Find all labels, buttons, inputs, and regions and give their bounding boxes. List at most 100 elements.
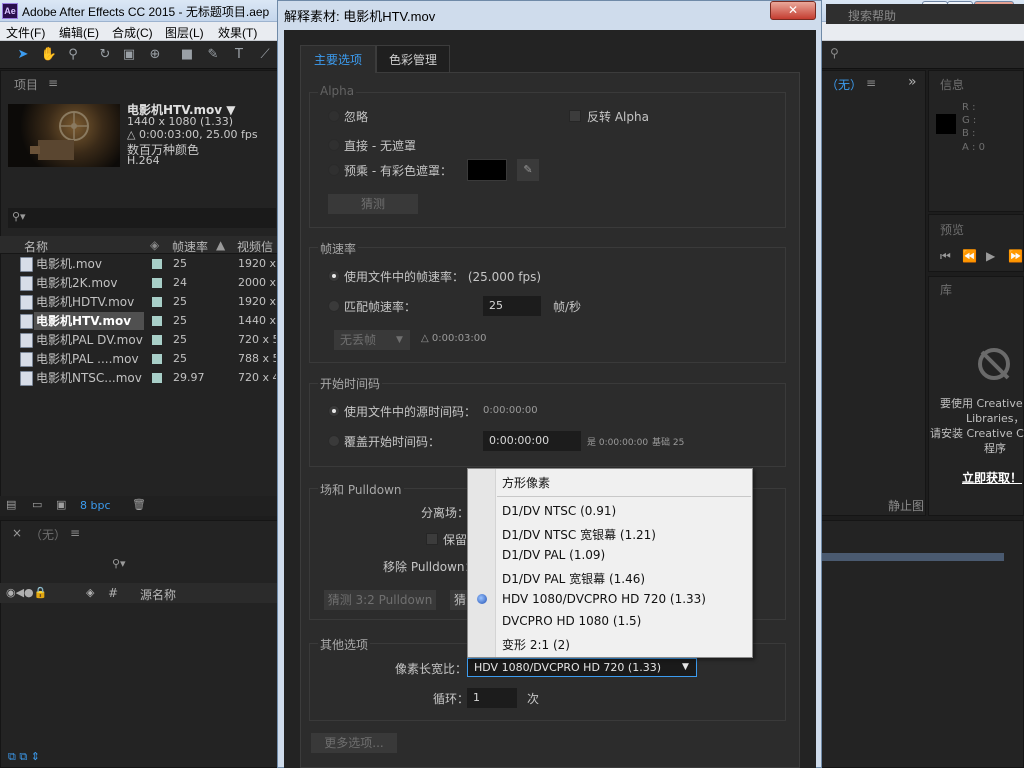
par-option-d1-ntsc-wide[interactable]: D1/DV NTSC 宽银幕 (1.21) [502, 526, 656, 543]
alpha-straight-radio[interactable] [328, 139, 340, 151]
timeline-search-icon[interactable]: ⚲▾ [112, 557, 126, 570]
next-frame-icon[interactable]: ⏩ [1008, 249, 1023, 263]
project-row[interactable]: 电影机2K.mov 24 2000 x [0, 274, 278, 293]
conform-framerate-input[interactable]: 25 [483, 296, 541, 316]
color-swatch [936, 114, 956, 134]
tab-main-options[interactable]: 主要选项 [300, 45, 376, 73]
project-row-selected[interactable]: 电影机HTV.mov 25 1440 x [0, 312, 278, 331]
par-option-d1-ntsc[interactable]: D1/DV NTSC (0.91) [502, 504, 616, 518]
prev-frame-icon[interactable]: ⏪ [962, 249, 977, 263]
trash-icon[interactable]: 🗑 [132, 498, 146, 511]
dropframe-select[interactable]: 无丢帧 ▼ [334, 330, 410, 350]
par-option-d1-pal[interactable]: D1/DV PAL (1.09) [502, 548, 605, 562]
alpha-guess-button[interactable]: 猜测 [328, 194, 418, 214]
pan-behind-tool-icon[interactable]: ⊕ [146, 46, 164, 64]
override-timecode-radio[interactable] [328, 435, 340, 447]
conform-framerate-radio[interactable] [328, 300, 340, 312]
par-option-hdv-1080[interactable]: HDV 1080/DVCPRO HD 720 (1.33) [502, 592, 706, 606]
composition-tab[interactable]: （无） [826, 76, 862, 93]
timeline-range-bar[interactable] [820, 553, 1004, 561]
interpret-footage-icon[interactable]: ▤ [6, 498, 16, 511]
col-source-name[interactable]: 源名称 [140, 586, 176, 603]
hand-tool-icon[interactable]: ✋ [40, 46, 58, 64]
invert-alpha-checkbox[interactable] [569, 110, 581, 122]
timeline-footer-icons[interactable]: ⧉ ⧉ ⇕ [8, 750, 40, 764]
library-message-line3: 请安装 Creative Clo [930, 427, 1024, 440]
col-number[interactable]: # [108, 586, 118, 600]
bit-depth-button[interactable]: 8 bpc [80, 499, 111, 512]
project-row[interactable]: 电影机NTSC...mov 29.97 720 x 4 [0, 369, 278, 388]
brush-tool-icon[interactable]: ⟋ [256, 46, 274, 64]
alpha-ignore-radio[interactable] [328, 110, 340, 122]
timeline-menu-icon[interactable]: ≡ [70, 526, 80, 540]
par-option-anamorphic[interactable]: 变形 2:1 (2) [502, 636, 570, 653]
project-row[interactable]: 电影机PAL ....mov 25 788 x 5 [0, 350, 278, 369]
menu-file[interactable]: 文件(F) [6, 24, 45, 41]
selection-tool-icon[interactable]: ➤ [14, 46, 32, 64]
timeline-tab[interactable]: （无） [30, 526, 66, 543]
label-color-swatch[interactable] [152, 259, 162, 269]
label-color-swatch[interactable] [152, 297, 162, 307]
menu-layer[interactable]: 图层(L) [165, 24, 204, 41]
more-options-button[interactable]: 更多选项... [311, 733, 397, 753]
label-color-swatch[interactable] [152, 354, 162, 364]
info-panel-title[interactable]: 信息 [940, 76, 964, 93]
project-row[interactable]: 电影机.mov 25 1920 x [0, 255, 278, 274]
type-tool-icon[interactable]: T [230, 46, 248, 64]
loop-label: 循环： [433, 692, 470, 706]
rectangle-tool-icon[interactable]: ■ [178, 46, 196, 64]
col-name[interactable]: 名称 [24, 238, 48, 255]
pixel-aspect-ratio-select[interactable]: HDV 1080/DVCPRO HD 720 (1.33) ▼ [467, 658, 697, 677]
tab-color-management[interactable]: 色彩管理 [376, 45, 450, 73]
new-composition-icon[interactable]: ▣ [56, 498, 66, 511]
movie-file-icon [20, 276, 33, 291]
use-source-timecode-radio[interactable] [328, 405, 340, 417]
composition-menu-icon[interactable]: ≡ [866, 76, 876, 90]
play-icon[interactable]: ▶ [986, 249, 995, 263]
loop-input[interactable]: 1 [467, 688, 517, 708]
par-option-d1-pal-wide[interactable]: D1/DV PAL 宽银幕 (1.46) [502, 570, 645, 587]
timeline-close-icon[interactable]: × [12, 526, 22, 540]
invert-alpha-label: 反转 Alpha [587, 110, 649, 124]
libraries-panel-title[interactable]: 库 [940, 281, 952, 298]
label-tag-icon[interactable]: ◈ [86, 586, 94, 599]
menu-edit[interactable]: 编辑(E) [59, 24, 99, 41]
project-panel-title[interactable]: 项目 [14, 76, 38, 93]
col-video-info[interactable]: 视频信 [237, 238, 273, 255]
guess-pulldown-button[interactable]: 猜测 3:2 Pulldown [324, 590, 436, 610]
rotate-tool-icon[interactable]: ↻ [96, 46, 114, 64]
camera-tool-icon[interactable]: ▣ [120, 46, 138, 64]
new-folder-icon[interactable]: ▭ [32, 498, 42, 511]
get-it-now-link[interactable]: 立即获取！ [962, 469, 1022, 486]
dialog-close-button[interactable]: ✕ [770, 1, 816, 20]
override-timecode-input[interactable]: 0:00:00:00 [483, 431, 581, 451]
project-row[interactable]: 电影机HDTV.mov 25 1920 x [0, 293, 278, 312]
zoom-tool-icon[interactable]: ⚲ [64, 46, 82, 64]
use-file-framerate-radio[interactable] [328, 270, 340, 282]
label-color-swatch[interactable] [152, 335, 162, 345]
eyedropper-icon[interactable]: ✎ [517, 159, 539, 181]
first-frame-icon[interactable]: ⏮ [940, 249, 951, 264]
project-panel-menu-icon[interactable]: ≡ [48, 76, 58, 90]
sort-ascending-icon[interactable]: ▲ [216, 238, 225, 252]
search-help-placeholder[interactable]: 搜索帮助 [848, 7, 896, 24]
menu-effect[interactable]: 效果(T) [218, 24, 257, 41]
project-search-input[interactable] [8, 208, 276, 228]
pen-tool-icon[interactable]: ✎ [204, 46, 222, 64]
dialog-title: 解释素材: 电影机HTV.mov [284, 9, 436, 24]
menu-composition[interactable]: 合成(C) [112, 24, 153, 41]
par-option-dvcpro-hd[interactable]: DVCPRO HD 1080 (1.5) [502, 614, 641, 628]
preserve-edges-checkbox[interactable] [426, 533, 438, 545]
matte-color-swatch[interactable] [467, 159, 507, 181]
label-tag-icon[interactable]: ◈ [150, 238, 159, 252]
preview-panel-title[interactable]: 预览 [940, 221, 964, 238]
label-color-swatch[interactable] [152, 316, 162, 326]
label-color-swatch[interactable] [152, 278, 162, 288]
label-color-swatch[interactable] [152, 373, 162, 383]
project-row[interactable]: 电影机PAL DV.mov 25 720 x 5 [0, 331, 278, 350]
panel-overflow-icon[interactable]: » [908, 74, 917, 90]
visibility-audio-solo-lock-icons[interactable]: ◉◀●🔒 [6, 586, 47, 599]
par-option-square[interactable]: 方形像素 [502, 474, 550, 491]
alpha-premultiplied-radio[interactable] [328, 164, 340, 176]
col-framerate[interactable]: 帧速率 [172, 238, 208, 255]
